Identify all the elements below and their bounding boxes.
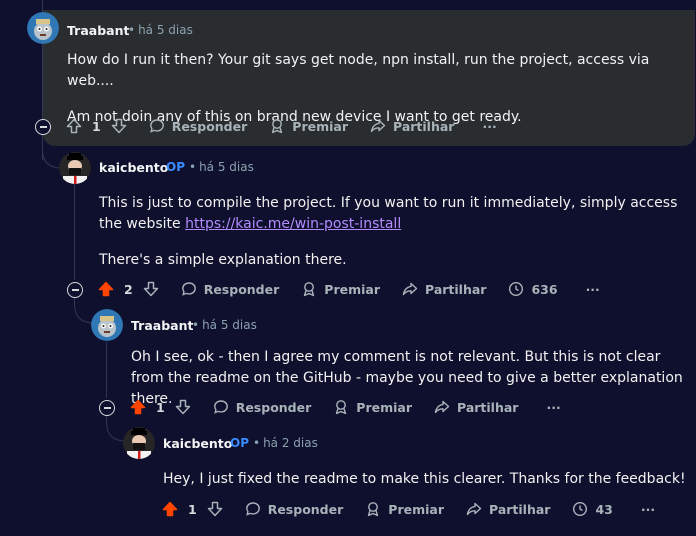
share-button[interactable]: Partilhar <box>434 399 518 415</box>
comment-author[interactable]: Traabant <box>67 23 129 38</box>
comment-timestamp: OP • há 5 dias <box>166 160 254 174</box>
vote-count: 1 <box>188 501 197 517</box>
award-icon <box>269 118 285 134</box>
share-button[interactable]: Partilhar <box>466 501 550 517</box>
views-icon <box>572 501 588 517</box>
reply-button[interactable]: Responder <box>245 501 343 517</box>
vote-controls: 1 <box>66 118 127 134</box>
comment-paragraph: How do I run it then? Your git says get … <box>67 52 650 89</box>
vote-controls: 1 <box>130 399 191 415</box>
comment-body: Hey, I just fixed the readme to make thi… <box>163 469 693 490</box>
comment-author[interactable]: Traabant <box>131 318 193 333</box>
reply-icon <box>149 118 165 134</box>
website-link[interactable]: https://kaic.me/win-post-install <box>185 216 401 232</box>
avatar[interactable] <box>59 152 91 184</box>
comment-actions: 1 Responder Premiar Partilhar 43 ··· <box>162 497 677 521</box>
award-button[interactable]: Premiar <box>365 501 444 517</box>
op-badge: OP <box>166 160 185 174</box>
more-options-button[interactable]: ··· <box>546 400 560 415</box>
award-icon <box>365 501 381 517</box>
reply-icon <box>245 501 261 517</box>
comment-actions: 1 Responder Premiar Partilhar ··· <box>130 395 583 419</box>
views-count: 43 <box>572 501 613 517</box>
avatar[interactable] <box>91 309 123 341</box>
upvote-icon[interactable] <box>162 501 178 517</box>
reply-icon <box>213 399 229 415</box>
comment-timestamp: • há 5 dias <box>128 23 193 37</box>
comment-timestamp: • há 5 dias <box>192 318 257 332</box>
award-icon <box>301 281 317 297</box>
comment-author[interactable]: kaicbento <box>99 160 168 175</box>
upvote-icon[interactable] <box>98 281 114 297</box>
award-icon <box>333 399 349 415</box>
comment-timestamp: OP • há 2 dias <box>230 436 318 450</box>
more-options-button[interactable]: ··· <box>482 119 496 134</box>
avatar[interactable] <box>27 12 59 44</box>
op-badge: OP <box>230 436 249 450</box>
views-count: 636 <box>508 281 558 297</box>
vote-count: 2 <box>124 281 133 297</box>
downvote-icon[interactable] <box>143 281 159 297</box>
share-icon <box>402 281 418 297</box>
share-icon <box>466 501 482 517</box>
share-button[interactable]: Partilhar <box>370 118 454 134</box>
award-button[interactable]: Premiar <box>301 281 380 297</box>
upvote-icon[interactable] <box>66 118 82 134</box>
comment-paragraph: There's a simple explanation there. <box>99 252 347 268</box>
award-button[interactable]: Premiar <box>269 118 348 134</box>
vote-count: 1 <box>156 399 165 415</box>
vote-count: 1 <box>92 118 101 134</box>
vote-controls: 2 <box>98 281 159 297</box>
share-button[interactable]: Partilhar <box>402 281 486 297</box>
downvote-icon[interactable] <box>111 118 127 134</box>
collapse-icon[interactable] <box>67 282 83 298</box>
thread-line <box>74 184 75 280</box>
comment-author[interactable]: kaicbento <box>163 436 232 451</box>
downvote-icon[interactable] <box>175 399 191 415</box>
reply-button[interactable]: Responder <box>149 118 247 134</box>
share-icon <box>370 118 386 134</box>
comment-paragraph: This is just to compile the project. If … <box>99 195 678 232</box>
comment-actions: 2 Responder Premiar Partilhar 636 ··· <box>98 277 622 301</box>
reply-icon <box>181 281 197 297</box>
more-options-button[interactable]: ··· <box>641 502 655 517</box>
reply-button[interactable]: Responder <box>213 399 311 415</box>
vote-controls: 1 <box>162 501 223 517</box>
share-icon <box>434 399 450 415</box>
thread-line <box>106 342 107 398</box>
collapse-icon[interactable] <box>35 119 51 135</box>
downvote-icon[interactable] <box>207 501 223 517</box>
avatar[interactable] <box>123 427 155 459</box>
reply-button[interactable]: Responder <box>181 281 279 297</box>
upvote-icon[interactable] <box>130 399 146 415</box>
comment-paragraph: Hey, I just fixed the readme to make thi… <box>163 471 686 487</box>
more-options-button[interactable]: ··· <box>586 282 600 297</box>
collapse-icon[interactable] <box>99 400 115 416</box>
views-icon <box>508 281 524 297</box>
comment-body: This is just to compile the project. If … <box>99 193 689 271</box>
award-button[interactable]: Premiar <box>333 399 412 415</box>
comment-actions: 1 Responder Premiar Partilhar ··· <box>66 114 519 138</box>
